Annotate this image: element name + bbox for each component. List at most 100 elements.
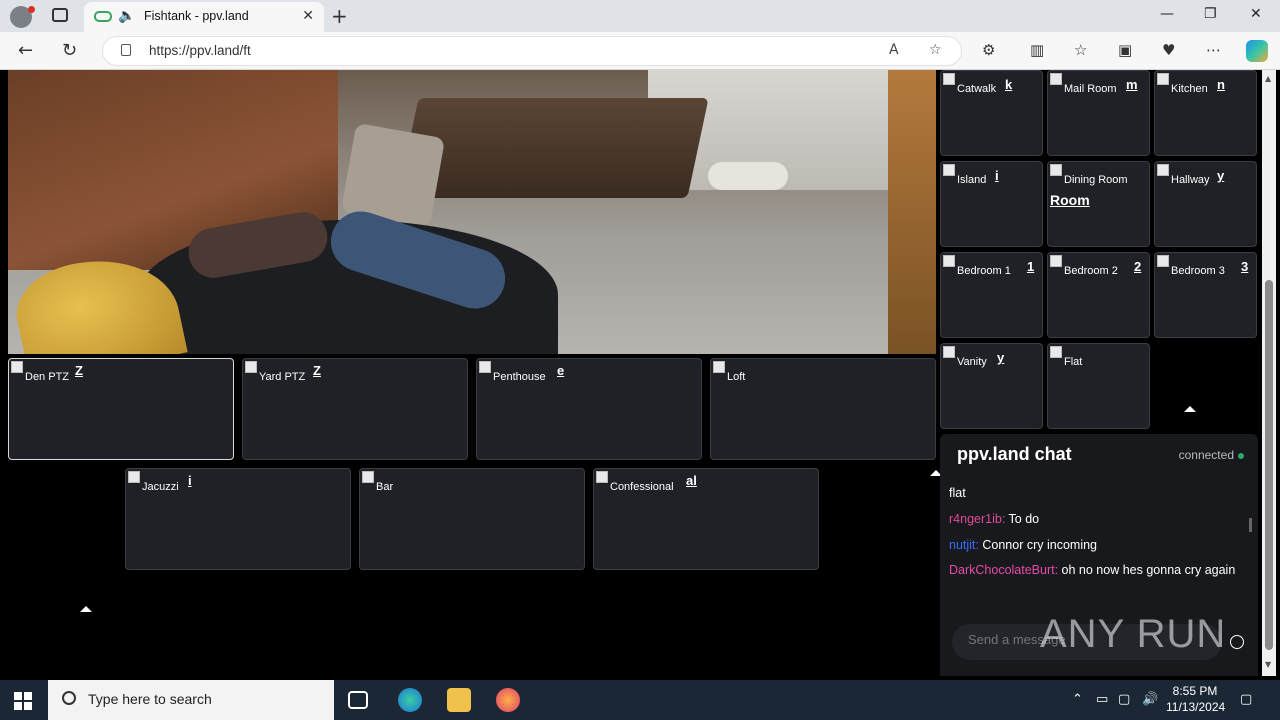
room-tile-mail-room[interactable]: Mail Room m (1047, 70, 1150, 156)
clock-time: 8:55 PM (1172, 684, 1218, 698)
volume-icon[interactable]: 🔊 (1142, 692, 1158, 707)
edge-browser-icon[interactable] (398, 688, 422, 712)
firefox-icon[interactable] (496, 688, 520, 712)
room-tile-bedroom-2[interactable]: Bedroom 2 2 (1047, 252, 1150, 338)
address-bar[interactable]: https://ppv.land/ft A ☆ (102, 36, 962, 66)
task-view-icon[interactable] (348, 691, 368, 709)
new-tab-icon[interactable]: + (331, 4, 348, 28)
chat-username[interactable]: DarkChocolateBurt: (949, 563, 1058, 577)
broken-image-icon (362, 471, 374, 483)
room-tile-catwalk[interactable]: Catwalk k (940, 70, 1043, 156)
notifications-icon[interactable]: ▢ (1240, 692, 1252, 707)
room-tile-vanity[interactable]: Vanity y (940, 343, 1043, 429)
notification-dot (28, 6, 35, 13)
room-tile-island[interactable]: Island i (940, 161, 1043, 247)
broken-image-icon (128, 471, 140, 483)
broken-image-icon (1157, 164, 1169, 176)
more-options-icon[interactable]: ⋯ (1206, 41, 1221, 59)
taskbar-clock[interactable]: 8:55 PM 11/13/2024 (1166, 683, 1226, 715)
broken-image-icon (11, 361, 23, 373)
file-explorer-icon[interactable] (447, 688, 471, 712)
broken-image-icon (1157, 73, 1169, 85)
search-placeholder: Type here to search (88, 691, 212, 707)
room-tile-kitchen[interactable]: Kitchen n (1154, 70, 1257, 156)
broken-image-icon (1050, 164, 1062, 176)
scroll-down-arrow-icon[interactable]: ▼ (1265, 660, 1271, 669)
chat-username[interactable]: nutjit: (949, 538, 979, 552)
clock-date: 11/13/2024 (1166, 700, 1226, 714)
close-tab-icon[interactable]: ✕ (302, 8, 314, 24)
connection-status: connected (1178, 448, 1234, 462)
scrollbar-thumb[interactable] (1265, 280, 1273, 650)
windows-taskbar: Type here to search ⌃ ▭ ▢ 🔊 8:55 PM 11/1… (0, 680, 1280, 720)
room-tile-penthouse[interactable]: Penthouse e (476, 358, 702, 460)
anyrun-watermark: ANY RUN (1040, 612, 1227, 656)
scroll-up-arrow-icon[interactable]: ▲ (1265, 74, 1271, 83)
windows-start-icon[interactable] (14, 692, 32, 710)
browser-tab[interactable]: 🔈 Fishtank - ppv.land ✕ (84, 2, 324, 32)
battery-icon[interactable]: ▭ (1096, 692, 1108, 707)
collapse-up-icon[interactable] (80, 606, 92, 612)
close-window-icon[interactable]: ✕ (1250, 6, 1262, 22)
chat-message: nutjit: Connor cry incoming (949, 538, 1097, 552)
browser-tab-bar: 🔈 Fishtank - ppv.land ✕ + — ❐ ✕ (0, 0, 1280, 32)
chat-username[interactable]: r4nger1ib: (949, 512, 1005, 526)
network-icon[interactable]: ▢ (1118, 692, 1130, 707)
broken-image-icon (1050, 255, 1062, 267)
copilot-icon[interactable] (1246, 40, 1268, 62)
broken-image-icon (943, 346, 955, 358)
broken-image-icon (943, 73, 955, 85)
read-aloud-icon[interactable]: A (889, 42, 899, 58)
room-tile-flat[interactable]: Flat (1047, 343, 1150, 429)
room-tile-confessional[interactable]: Confessional al (593, 468, 819, 570)
favorites-icon[interactable]: ☆ (1074, 41, 1087, 59)
page-content: Catwalk k Mail Room m Kitchen n Island i… (4, 70, 1276, 676)
broken-image-icon (943, 164, 955, 176)
room-tile-loft[interactable]: Loft (710, 358, 936, 460)
audio-playing-icon[interactable]: 🔈 (118, 8, 135, 24)
site-favicon-icon (94, 11, 112, 22)
chat-message-list: flat r4nger1ib: To do nutjit: Connor cry… (949, 480, 1249, 582)
address-toolbar: ← ↻ https://ppv.land/ft A ☆ ⚙ ▥ ☆ ▣ ♥ ⋯ (0, 32, 1280, 70)
chat-title: ppv.land chat (957, 444, 1072, 464)
chat-scrollbar[interactable] (1249, 518, 1252, 532)
room-tile-hallway[interactable]: Hallway y (1154, 161, 1257, 247)
refresh-icon[interactable]: ↻ (62, 40, 77, 61)
extensions-icon[interactable]: ⚙ (982, 41, 995, 59)
broken-image-icon (479, 361, 491, 373)
url-text[interactable]: https://ppv.land/ft (149, 43, 251, 58)
room-tile-jacuzzi[interactable]: Jacuzzi i (125, 468, 351, 570)
room-tile-bar[interactable]: Bar (359, 468, 585, 570)
broken-image-icon (1050, 73, 1062, 85)
main-video-player[interactable] (8, 70, 936, 354)
split-screen-icon[interactable]: ▥ (1030, 41, 1044, 59)
broken-image-icon (943, 255, 955, 267)
room-tile-bedroom-3[interactable]: Bedroom 3 3 (1154, 252, 1257, 338)
chat-message: DarkChocolateBurt: oh no now hes gonna c… (949, 563, 1236, 577)
chat-message: flat (949, 486, 966, 500)
page-scrollbar[interactable]: ▲ ▼ (1262, 70, 1276, 676)
tab-title: Fishtank - ppv.land (144, 9, 249, 23)
chat-message: r4nger1ib: To do (949, 512, 1040, 526)
show-hidden-icons-icon[interactable]: ⌃ (1072, 692, 1083, 707)
room-tile-yard-ptz[interactable]: Yard PTZ Z (242, 358, 468, 460)
room-tile-dining-room[interactable]: Dining Room Room (1047, 161, 1150, 247)
status-dot-icon (1238, 453, 1244, 459)
minimize-icon[interactable]: — (1160, 6, 1174, 22)
taskbar-search-box[interactable]: Type here to search (48, 680, 334, 720)
tab-actions-icon[interactable] (52, 8, 68, 22)
collapse-up-icon[interactable] (1184, 406, 1196, 412)
room-tile-den-ptz[interactable]: Den PTZ Z (8, 358, 234, 460)
back-icon[interactable]: ← (18, 40, 33, 61)
lock-icon[interactable] (121, 44, 131, 56)
favorite-star-icon[interactable]: ☆ (929, 42, 942, 58)
performance-icon[interactable]: ♥ (1162, 41, 1175, 59)
broken-image-icon (1157, 255, 1169, 267)
emoji-icon[interactable] (1230, 635, 1244, 649)
restore-icon[interactable]: ❐ (1204, 6, 1217, 22)
broken-image-icon (1050, 346, 1062, 358)
broken-image-icon (596, 471, 608, 483)
broken-image-icon (245, 361, 257, 373)
collections-icon[interactable]: ▣ (1118, 41, 1132, 59)
room-tile-bedroom-1[interactable]: Bedroom 1 1 (940, 252, 1043, 338)
